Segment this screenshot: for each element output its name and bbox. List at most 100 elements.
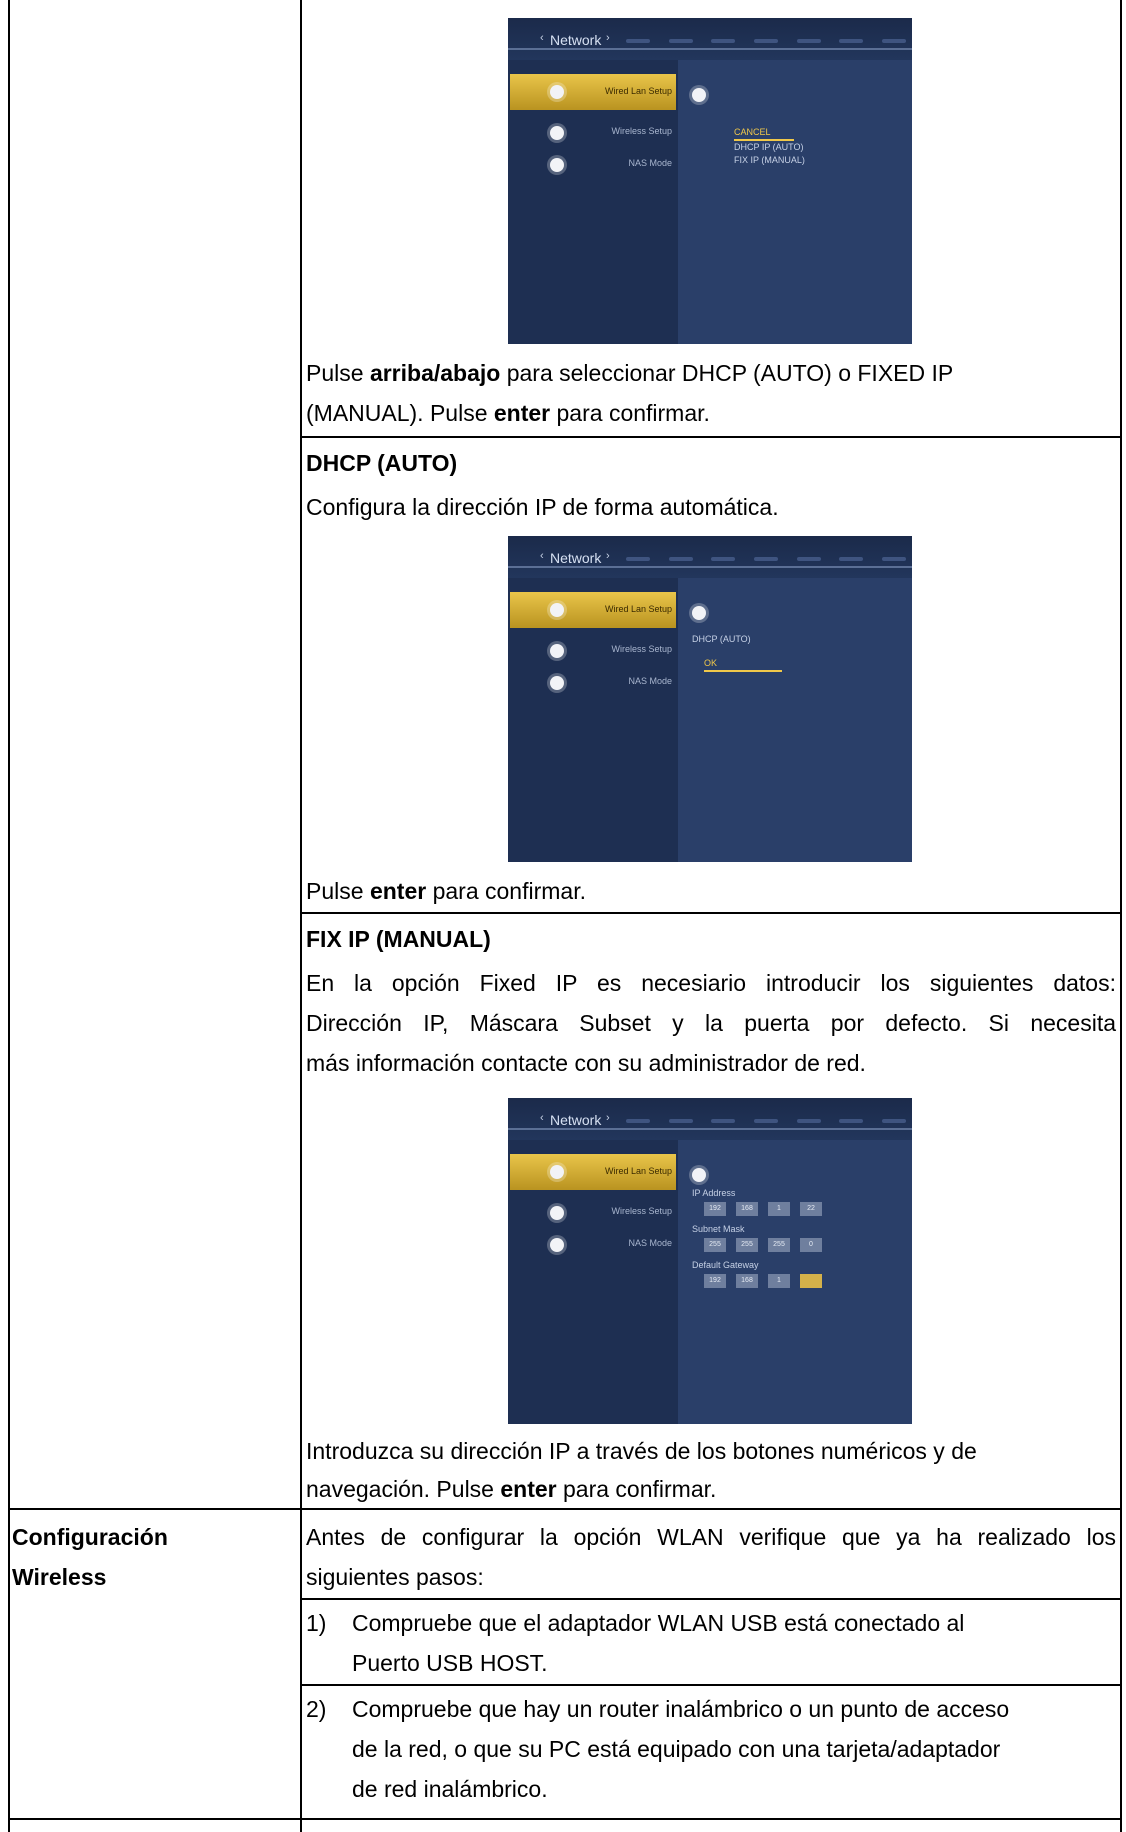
- option-cancel[interactable]: CANCEL: [734, 127, 771, 137]
- left-arrow-icon: ‹: [540, 550, 544, 562]
- network-menu-screenshot-3: ‹ Network › Wired Lan Setup Wireless Set…: [508, 1098, 912, 1424]
- paragraph-3-line-2: navegación. Pulse enter para confirmar.: [306, 1474, 716, 1504]
- menu-item-nas[interactable]: NAS Mode: [628, 1238, 672, 1248]
- ok-underline: [704, 670, 782, 672]
- option-fix-ip[interactable]: FIX IP (MANUAL): [734, 155, 805, 165]
- ip-octet-field[interactable]: 22: [800, 1202, 822, 1216]
- text: (MANUAL). Pulse: [306, 400, 494, 426]
- subnet-octet-field[interactable]: 255: [736, 1238, 758, 1252]
- gear-icon: [550, 85, 564, 99]
- text: para confirmar.: [556, 1476, 717, 1502]
- text: navegación. Pulse: [306, 1476, 501, 1502]
- menu-top-line: [508, 1128, 912, 1130]
- tab-marker: [668, 39, 693, 43]
- menu-top-line: [508, 48, 912, 50]
- row-divider-step1: [300, 1598, 1122, 1600]
- network-tab-label: Network: [550, 32, 602, 48]
- gear-icon: [550, 1206, 564, 1220]
- subnet-octet-field[interactable]: 255: [704, 1238, 726, 1252]
- gear-icon: [550, 126, 564, 140]
- gear-icon: [550, 158, 564, 172]
- step-2-line-1: Compruebe que hay un router inalámbrico …: [352, 1696, 1010, 1722]
- tab-marker: [668, 557, 693, 561]
- tab-marker: [839, 1119, 864, 1123]
- right-arrow-icon: ›: [606, 1112, 610, 1124]
- bold-text: enter: [369, 878, 427, 904]
- text: para confirmar.: [426, 878, 586, 904]
- ip-address-label: IP Address: [692, 1188, 736, 1198]
- gateway-octet-field-active[interactable]: [800, 1274, 822, 1288]
- menu-item-wireless[interactable]: Wireless Setup: [611, 1206, 672, 1216]
- subnet-octet-field[interactable]: 0: [800, 1238, 822, 1252]
- gear-icon: [550, 603, 564, 617]
- gateway-octet-field[interactable]: 168: [736, 1274, 758, 1288]
- right-arrow-icon: ›: [606, 32, 610, 44]
- wireless-label-line-2: Wireless: [12, 1564, 107, 1590]
- dhcp-description: Configura la dirección IP de forma autom…: [306, 494, 779, 520]
- bold-text: enter: [493, 400, 551, 426]
- tab-marker: [711, 1119, 736, 1123]
- step-1-line-1: Compruebe que el adaptador WLAN USB está…: [352, 1610, 965, 1636]
- table-column-divider: [300, 0, 302, 1832]
- gear-icon: [550, 1238, 564, 1252]
- gear-icon: [550, 644, 564, 658]
- tab-marker: [668, 1119, 693, 1123]
- gear-icon: [692, 606, 706, 620]
- tab-marker: [753, 39, 778, 43]
- wireless-label-line-1: Configuración: [12, 1524, 168, 1550]
- subnet-mask-label: Subnet Mask: [692, 1224, 745, 1234]
- menu-item-wired-lan[interactable]: Wired Lan Setup: [605, 1166, 672, 1176]
- text: Pulse: [306, 878, 370, 904]
- network-tab-label: Network: [550, 550, 602, 566]
- subnet-octet-field[interactable]: 255: [768, 1238, 790, 1252]
- tab-marker: [711, 557, 736, 561]
- row-divider-fixip: [300, 912, 1122, 914]
- ip-octet-field[interactable]: 168: [736, 1202, 758, 1216]
- gateway-octet-field[interactable]: 192: [704, 1274, 726, 1288]
- menu-item-wireless[interactable]: Wireless Setup: [611, 644, 672, 654]
- tab-marker: [626, 39, 650, 43]
- wireless-intro-line-2: siguientes pasos:: [306, 1564, 484, 1590]
- dhcp-heading: DHCP (AUTO): [306, 450, 458, 476]
- fix-ip-heading: FIX IP (MANUAL): [306, 926, 491, 952]
- step-2-line-3: de red inalámbrico.: [352, 1776, 548, 1802]
- menu-item-wired-lan[interactable]: Wired Lan Setup: [605, 604, 672, 614]
- tab-marker: [881, 557, 906, 561]
- left-arrow-icon: ‹: [540, 32, 544, 44]
- ip-octet-field[interactable]: 192: [704, 1202, 726, 1216]
- tab-marker: [796, 39, 821, 43]
- fix-ip-desc-line-1: En la opción Fixed IP es necesiario intr…: [306, 970, 1116, 996]
- menu-right-panel: [678, 60, 912, 344]
- menu-right-panel: [678, 578, 912, 862]
- text: para seleccionar DHCP (AUTO) o FIXED IP: [500, 360, 954, 386]
- table-border-right: [1120, 0, 1122, 1832]
- network-menu-screenshot-2: ‹ Network › Wired Lan Setup Wireless Set…: [508, 536, 912, 862]
- menu-tabs: [626, 552, 906, 561]
- menu-item-wireless[interactable]: Wireless Setup: [611, 126, 672, 136]
- gear-icon: [692, 1168, 706, 1182]
- menu-item-nas[interactable]: NAS Mode: [628, 676, 672, 686]
- text: Pulse: [306, 360, 370, 386]
- step-1-line-2: Puerto USB HOST.: [352, 1650, 548, 1676]
- row-divider-dhcp: [300, 436, 1122, 438]
- fix-ip-desc-line-2: Dirección IP, Máscara Subset y la puerta…: [306, 1010, 1116, 1036]
- gear-icon: [550, 676, 564, 690]
- ip-octet-field[interactable]: 1: [768, 1202, 790, 1216]
- tab-marker: [626, 1119, 650, 1123]
- gateway-octet-field[interactable]: 1: [768, 1274, 790, 1288]
- left-arrow-icon: ‹: [540, 1112, 544, 1124]
- tab-marker: [839, 39, 864, 43]
- dhcp-title: DHCP (AUTO): [692, 634, 751, 644]
- gear-icon: [692, 88, 706, 102]
- row-divider-step2: [300, 1684, 1122, 1686]
- bold-text: enter: [500, 1476, 557, 1502]
- menu-tabs: [626, 1114, 906, 1123]
- ok-option[interactable]: OK: [704, 658, 717, 668]
- option-dhcp[interactable]: DHCP IP (AUTO): [734, 142, 804, 152]
- tab-marker: [626, 557, 650, 561]
- fix-ip-desc-line-3: más información contacte con su administ…: [306, 1050, 866, 1076]
- menu-item-nas[interactable]: NAS Mode: [628, 158, 672, 168]
- menu-tabs: [626, 34, 906, 43]
- menu-item-wired-lan[interactable]: Wired Lan Setup: [605, 86, 672, 96]
- network-menu-screenshot-1: ‹ Network › Wired Lan Setup Wireless Set…: [508, 18, 912, 344]
